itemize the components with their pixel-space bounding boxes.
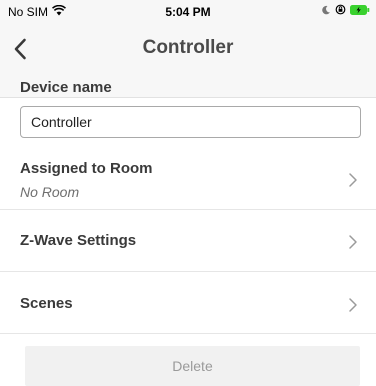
nav-bar: Controller Device name bbox=[0, 22, 376, 98]
scenes-title: Scenes bbox=[20, 295, 73, 312]
delete-button[interactable]: Delete bbox=[25, 346, 360, 386]
battery-icon bbox=[350, 4, 370, 18]
page-title: Controller bbox=[142, 37, 234, 58]
status-time: 5:04 PM bbox=[165, 5, 211, 19]
chevron-right-icon bbox=[349, 235, 357, 249]
moon-icon bbox=[321, 4, 331, 18]
device-name-label: Device name bbox=[20, 79, 112, 96]
zwave-settings-title: Z-Wave Settings bbox=[20, 232, 137, 249]
status-bar: No SIM 5:04 PM bbox=[0, 0, 376, 22]
zwave-settings-row[interactable]: Z-Wave Settings bbox=[0, 210, 376, 272]
assigned-room-value: No Room bbox=[20, 184, 80, 200]
status-right bbox=[321, 4, 370, 18]
chevron-right-icon bbox=[349, 173, 357, 187]
assigned-room-title: Assigned to Room bbox=[20, 160, 153, 177]
assigned-room-row[interactable]: Assigned to Room No Room bbox=[0, 148, 376, 210]
chevron-right-icon bbox=[349, 298, 357, 312]
device-name-input[interactable] bbox=[20, 106, 361, 138]
rotation-lock-icon bbox=[335, 4, 346, 18]
scenes-row[interactable]: Scenes bbox=[0, 272, 376, 334]
